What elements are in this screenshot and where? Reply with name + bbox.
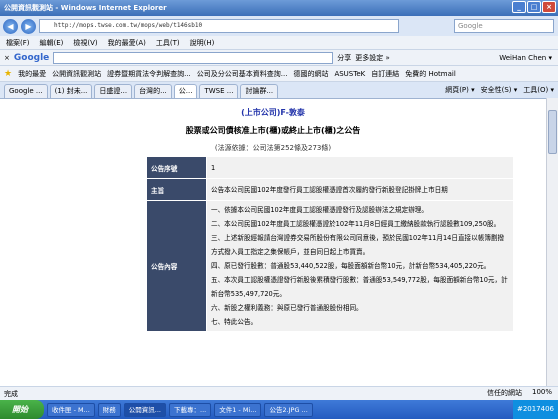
close-toolbar-icon[interactable]: × <box>4 54 10 62</box>
close-button[interactable]: × <box>542 1 556 13</box>
taskbar-item[interactable]: 收件匣 - M... <box>47 402 95 417</box>
tab[interactable]: TWSE ... <box>199 84 239 98</box>
announcement-table: 公告序號 1 主旨 公告本公司民國102年度發行員工認股權憑證首次履約發行新股登… <box>146 156 514 332</box>
minimize-button[interactable]: _ <box>512 1 526 13</box>
row-value: 公告本公司民國102年度發行員工認股權憑證首次履約發行新股登記掛牌上市日期 <box>206 178 514 201</box>
fav-link[interactable]: ASUSTeK <box>334 70 365 78</box>
row-value: 1 <box>206 156 514 179</box>
menu-help[interactable]: 說明(H) <box>190 38 215 48</box>
tab[interactable]: Google ... <box>4 84 48 98</box>
table-row: 主旨 公告本公司民國102年度發行員工認股權憑證首次履約發行新股登記掛牌上市日期 <box>146 178 514 201</box>
tab-active[interactable]: 公... <box>173 84 198 98</box>
favorites-bar: ★ 我的最愛 公開資訊觀測站 證券暨期貨法令判解查詢... 公司及分公司基本資料… <box>0 65 558 81</box>
favorites-star-icon[interactable]: ★ <box>4 69 12 79</box>
more-settings-button[interactable]: 更多設定 » <box>355 53 390 63</box>
maximize-button[interactable]: □ <box>527 1 541 13</box>
user-account[interactable]: WeiHan Chen ▾ <box>499 54 552 62</box>
law-basis: (法源依據：公司法第252條及273條) <box>214 144 332 152</box>
google-search-input[interactable] <box>53 51 334 64</box>
google-logo: Google <box>13 52 50 63</box>
page-menu[interactable]: 網頁(P) ▾ <box>445 84 474 97</box>
title-bar: 公開資訊觀測站 - Windows Internet Explorer _ □ … <box>0 0 558 16</box>
menu-edit[interactable]: 編輯(E) <box>40 38 64 48</box>
security-zone: 信任的網站 <box>486 389 522 397</box>
status-text: 完成 <box>4 389 18 398</box>
company-name: (上市公司)F-敦泰 <box>241 108 305 117</box>
page-content: (上市公司)F-敦泰 股票或公司債核准上市(櫃)或終止上市(櫃)之公告 (法源依… <box>0 98 546 386</box>
tab[interactable]: 台灣的... <box>134 84 172 98</box>
fav-link[interactable]: 證券暨期貨法令判解查詢... <box>107 69 191 79</box>
tab[interactable]: 日盛證... <box>94 84 133 98</box>
tab-bar: Google ... (1) 封未... 日盛證... 台灣的... 公... … <box>0 81 558 98</box>
system-tray: #2017406 <box>512 400 558 419</box>
row-label: 公告序號 <box>146 156 207 179</box>
menu-tools[interactable]: 工具(T) <box>156 38 180 48</box>
tab[interactable]: 討論群... <box>240 84 279 98</box>
favorites-button[interactable]: 我的最愛 <box>18 69 46 79</box>
table-row: 公告序號 1 <box>146 156 514 179</box>
menu-bar: 檔案(F) 編輯(E) 檢視(V) 我的最愛(A) 工具(T) 說明(H) <box>0 36 558 49</box>
fav-link[interactable]: 德國的網站 <box>293 69 328 79</box>
fav-link[interactable]: 免費的 Hotmail <box>405 69 456 79</box>
row-label: 公告內容 <box>146 200 207 332</box>
safety-menu[interactable]: 安全性(S) ▾ <box>481 84 518 97</box>
fav-link[interactable]: 公司及分公司基本資料查詢... <box>197 69 288 79</box>
table-row: 公告內容 一、依據本公司民國102年度員工認股權憑證發行及認股辦法之規定辦理。 … <box>146 200 514 332</box>
taskbar-item[interactable]: 文件1 - Mi... <box>214 402 262 417</box>
url-field[interactable]: http://mops.twse.com.tw/mops/web/t146sb1… <box>39 19 399 33</box>
taskbar-item[interactable]: 財務 <box>97 402 121 417</box>
taskbar-item[interactable]: 下載專：... <box>169 402 212 417</box>
page-title: 股票或公司債核准上市(櫃)或終止上市(櫃)之公告 <box>185 126 361 135</box>
taskbar-item-active[interactable]: 公開資訊... <box>123 402 166 417</box>
start-button[interactable]: 開始 <box>0 400 44 419</box>
row-label: 主旨 <box>146 178 207 201</box>
zoom-level[interactable]: 100% <box>532 388 552 398</box>
menu-file[interactable]: 檔案(F) <box>6 38 30 48</box>
taskbar: 開始 收件匣 - M... 財務 公開資訊... 下載專：... 文件1 - M… <box>0 400 558 419</box>
google-toolbar: × Google 分享 更多設定 » WeiHan Chen ▾ <box>0 49 558 65</box>
back-button[interactable]: ◀ <box>3 18 18 34</box>
window-title: 公開資訊觀測站 - Windows Internet Explorer <box>4 4 167 12</box>
taskbar-item[interactable]: 公告2.JPG ... <box>264 402 313 417</box>
fav-link[interactable]: 自訂連結 <box>371 69 399 79</box>
address-bar: ◀ ▶ http://mops.twse.com.tw/mops/web/t14… <box>0 16 558 36</box>
share-button[interactable]: 分享 <box>337 53 351 63</box>
live-search-input[interactable]: Google <box>454 19 554 33</box>
row-value: 一、依據本公司民國102年度員工認股權憑證發行及認股辦法之規定辦理。 二、本公司… <box>206 200 514 332</box>
menu-view[interactable]: 檢視(V) <box>73 38 97 48</box>
forward-button[interactable]: ▶ <box>21 18 36 34</box>
tab[interactable]: (1) 封未... <box>49 84 93 98</box>
status-bar: 完成 信任的網站 100% <box>0 386 558 400</box>
vertical-scrollbar[interactable] <box>546 98 558 386</box>
scrollbar-thumb[interactable] <box>548 110 557 154</box>
fav-link[interactable]: 公開資訊觀測站 <box>52 69 101 79</box>
menu-favorites[interactable]: 我的最愛(A) <box>108 38 146 48</box>
tools-menu[interactable]: 工具(O) ▾ <box>523 84 554 97</box>
